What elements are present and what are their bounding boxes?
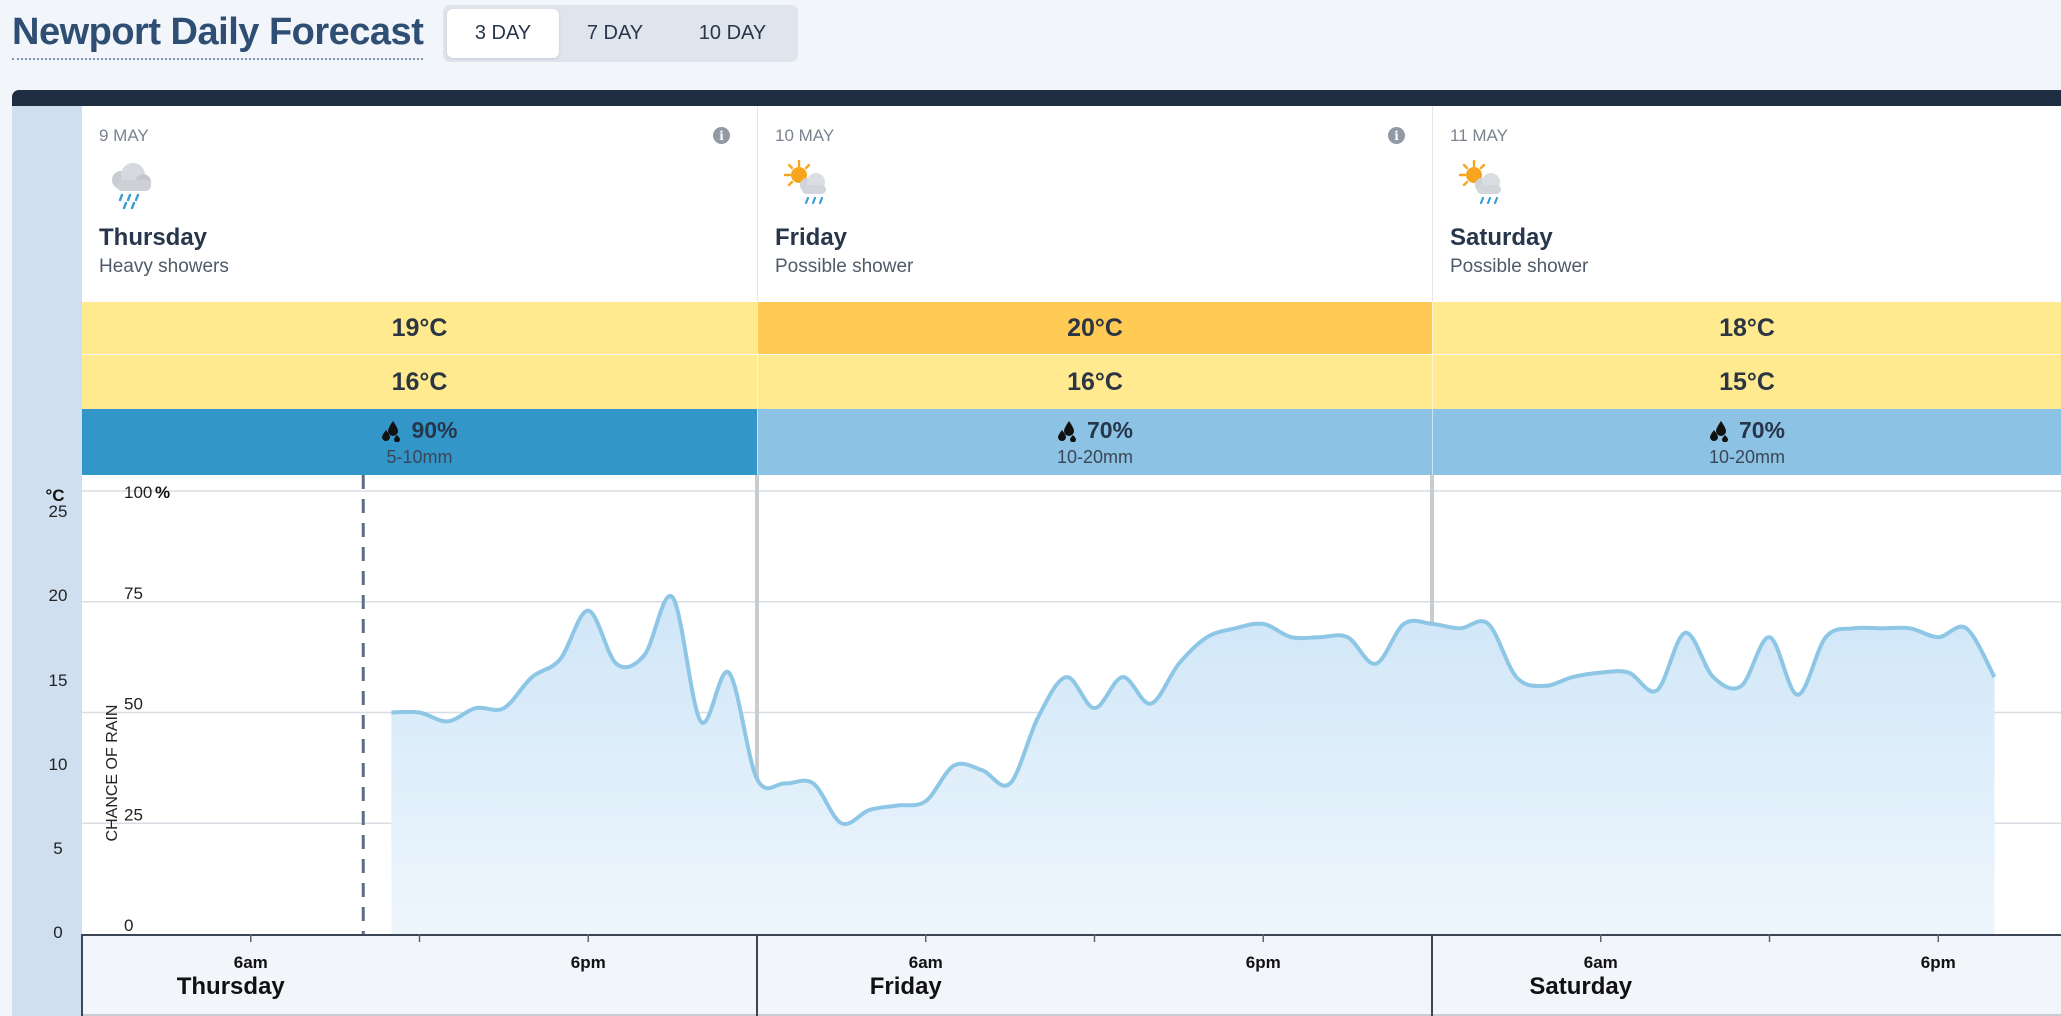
rain-tick-label: 100 (124, 483, 152, 502)
max-temp-cell: 18°C (1432, 302, 2061, 354)
day-date: 10 MAY (775, 126, 835, 145)
rain-tick-label: 75 (124, 584, 143, 603)
day-date: 11 MAY (1450, 126, 1508, 145)
day-card-saturday[interactable]: 11 MAY Saturday Possible shower (1432, 106, 2061, 302)
rain-cell: 90% 5-10mm (82, 409, 757, 475)
day-axis-label: Saturday (1529, 973, 1632, 1000)
rain-row: 90% 5-10mm 70% 10-20mm 70% 10-20mm (82, 409, 2061, 475)
temp-tick-label: 10 (49, 755, 68, 774)
rain-chance: 90% (411, 417, 458, 443)
day-axis-label: Thursday (177, 973, 286, 1000)
min-temp-cell: 15°C (1432, 355, 2061, 409)
day-description: Heavy showers (99, 256, 229, 277)
rain-tick-label: 25 (124, 805, 143, 824)
rain-amount: 10-20mm (1056, 447, 1134, 467)
temp-tick-label: 20 (49, 586, 68, 605)
tab-10-day[interactable]: 10 DAY (671, 9, 794, 58)
rain-cell: 70% 10-20mm (1432, 409, 2061, 475)
info-icon[interactable]: i (1388, 127, 1405, 144)
sun-shower-icon (783, 159, 826, 205)
max-temp-cell: 19°C (82, 302, 757, 354)
rain-amount: 5-10mm (386, 447, 453, 467)
day-description: Possible shower (775, 256, 914, 277)
rain-cell: 70% 10-20mm (757, 409, 1432, 475)
day-card-friday[interactable]: 10 MAY Friday Possible shower i (757, 106, 1432, 302)
x-tick-label: 6am (234, 953, 268, 972)
heavy-showers-icon (112, 163, 151, 210)
tab-7-day[interactable]: 7 DAY (559, 9, 671, 58)
tab-3-day[interactable]: 3 DAY (447, 9, 559, 58)
temp-tick-label: 15 (49, 671, 68, 690)
day-date: 9 MAY (99, 126, 149, 145)
min-temp-row: 16°C 16°C 15°C (82, 355, 2061, 409)
info-icon[interactable]: i (713, 127, 730, 144)
rain-drops-icon (382, 420, 401, 442)
day-header-row: 9 MAY Thursday Heavy showers i 10 MAY Fr… (82, 106, 2061, 302)
rain-chance: 70% (1086, 417, 1134, 443)
forecast-range-tabs: 3 DAY 7 DAY 10 DAY (443, 5, 798, 62)
x-tick-label: 6pm (571, 953, 606, 972)
min-temp-cell: 16°C (82, 355, 757, 409)
sun-shower-icon (1458, 159, 1501, 205)
x-tick-label: 6am (909, 953, 943, 972)
x-tick-label: 6pm (1921, 953, 1956, 972)
max-temp-cell: 20°C (757, 302, 1432, 354)
temp-tick-label: 25 (49, 502, 68, 521)
forecast-navbar (12, 90, 2061, 106)
rain-chance-chart[interactable]: 6am 6pm 6am 6pm 6am 6pm Thursday Friday Saturday… (0, 475, 2061, 1016)
page-title[interactable]: Newport Daily Forecast (12, 10, 424, 60)
rain-drops-icon (1709, 420, 1728, 442)
day-card-thursday[interactable]: 9 MAY Thursday Heavy showers i (82, 106, 757, 302)
day-axis-label: Friday (870, 973, 943, 1000)
x-tick-label: 6pm (1246, 953, 1281, 972)
rain-drops-icon (1057, 420, 1076, 442)
x-tick-label: 6am (1584, 953, 1618, 972)
day-name: Saturday (1450, 224, 1553, 251)
rain-chance: 70% (1738, 417, 1786, 443)
day-name: Friday (775, 224, 848, 251)
min-temp-cell: 16°C (757, 355, 1432, 409)
temp-tick-label: 5 (53, 839, 62, 858)
rain-tick-label: 50 (124, 695, 143, 714)
temp-tick-label: 0 (53, 923, 62, 942)
rain-axis-label: CHANCE OF RAIN (104, 705, 121, 842)
day-name: Thursday (99, 224, 208, 251)
rain-amount: 10-20mm (1708, 447, 1786, 467)
day-description: Possible shower (1450, 256, 1589, 277)
max-temp-row: 19°C 20°C 18°C (82, 302, 2061, 354)
rain-tick-unit: % (155, 483, 170, 502)
rain-tick-label: 0 (124, 916, 133, 935)
